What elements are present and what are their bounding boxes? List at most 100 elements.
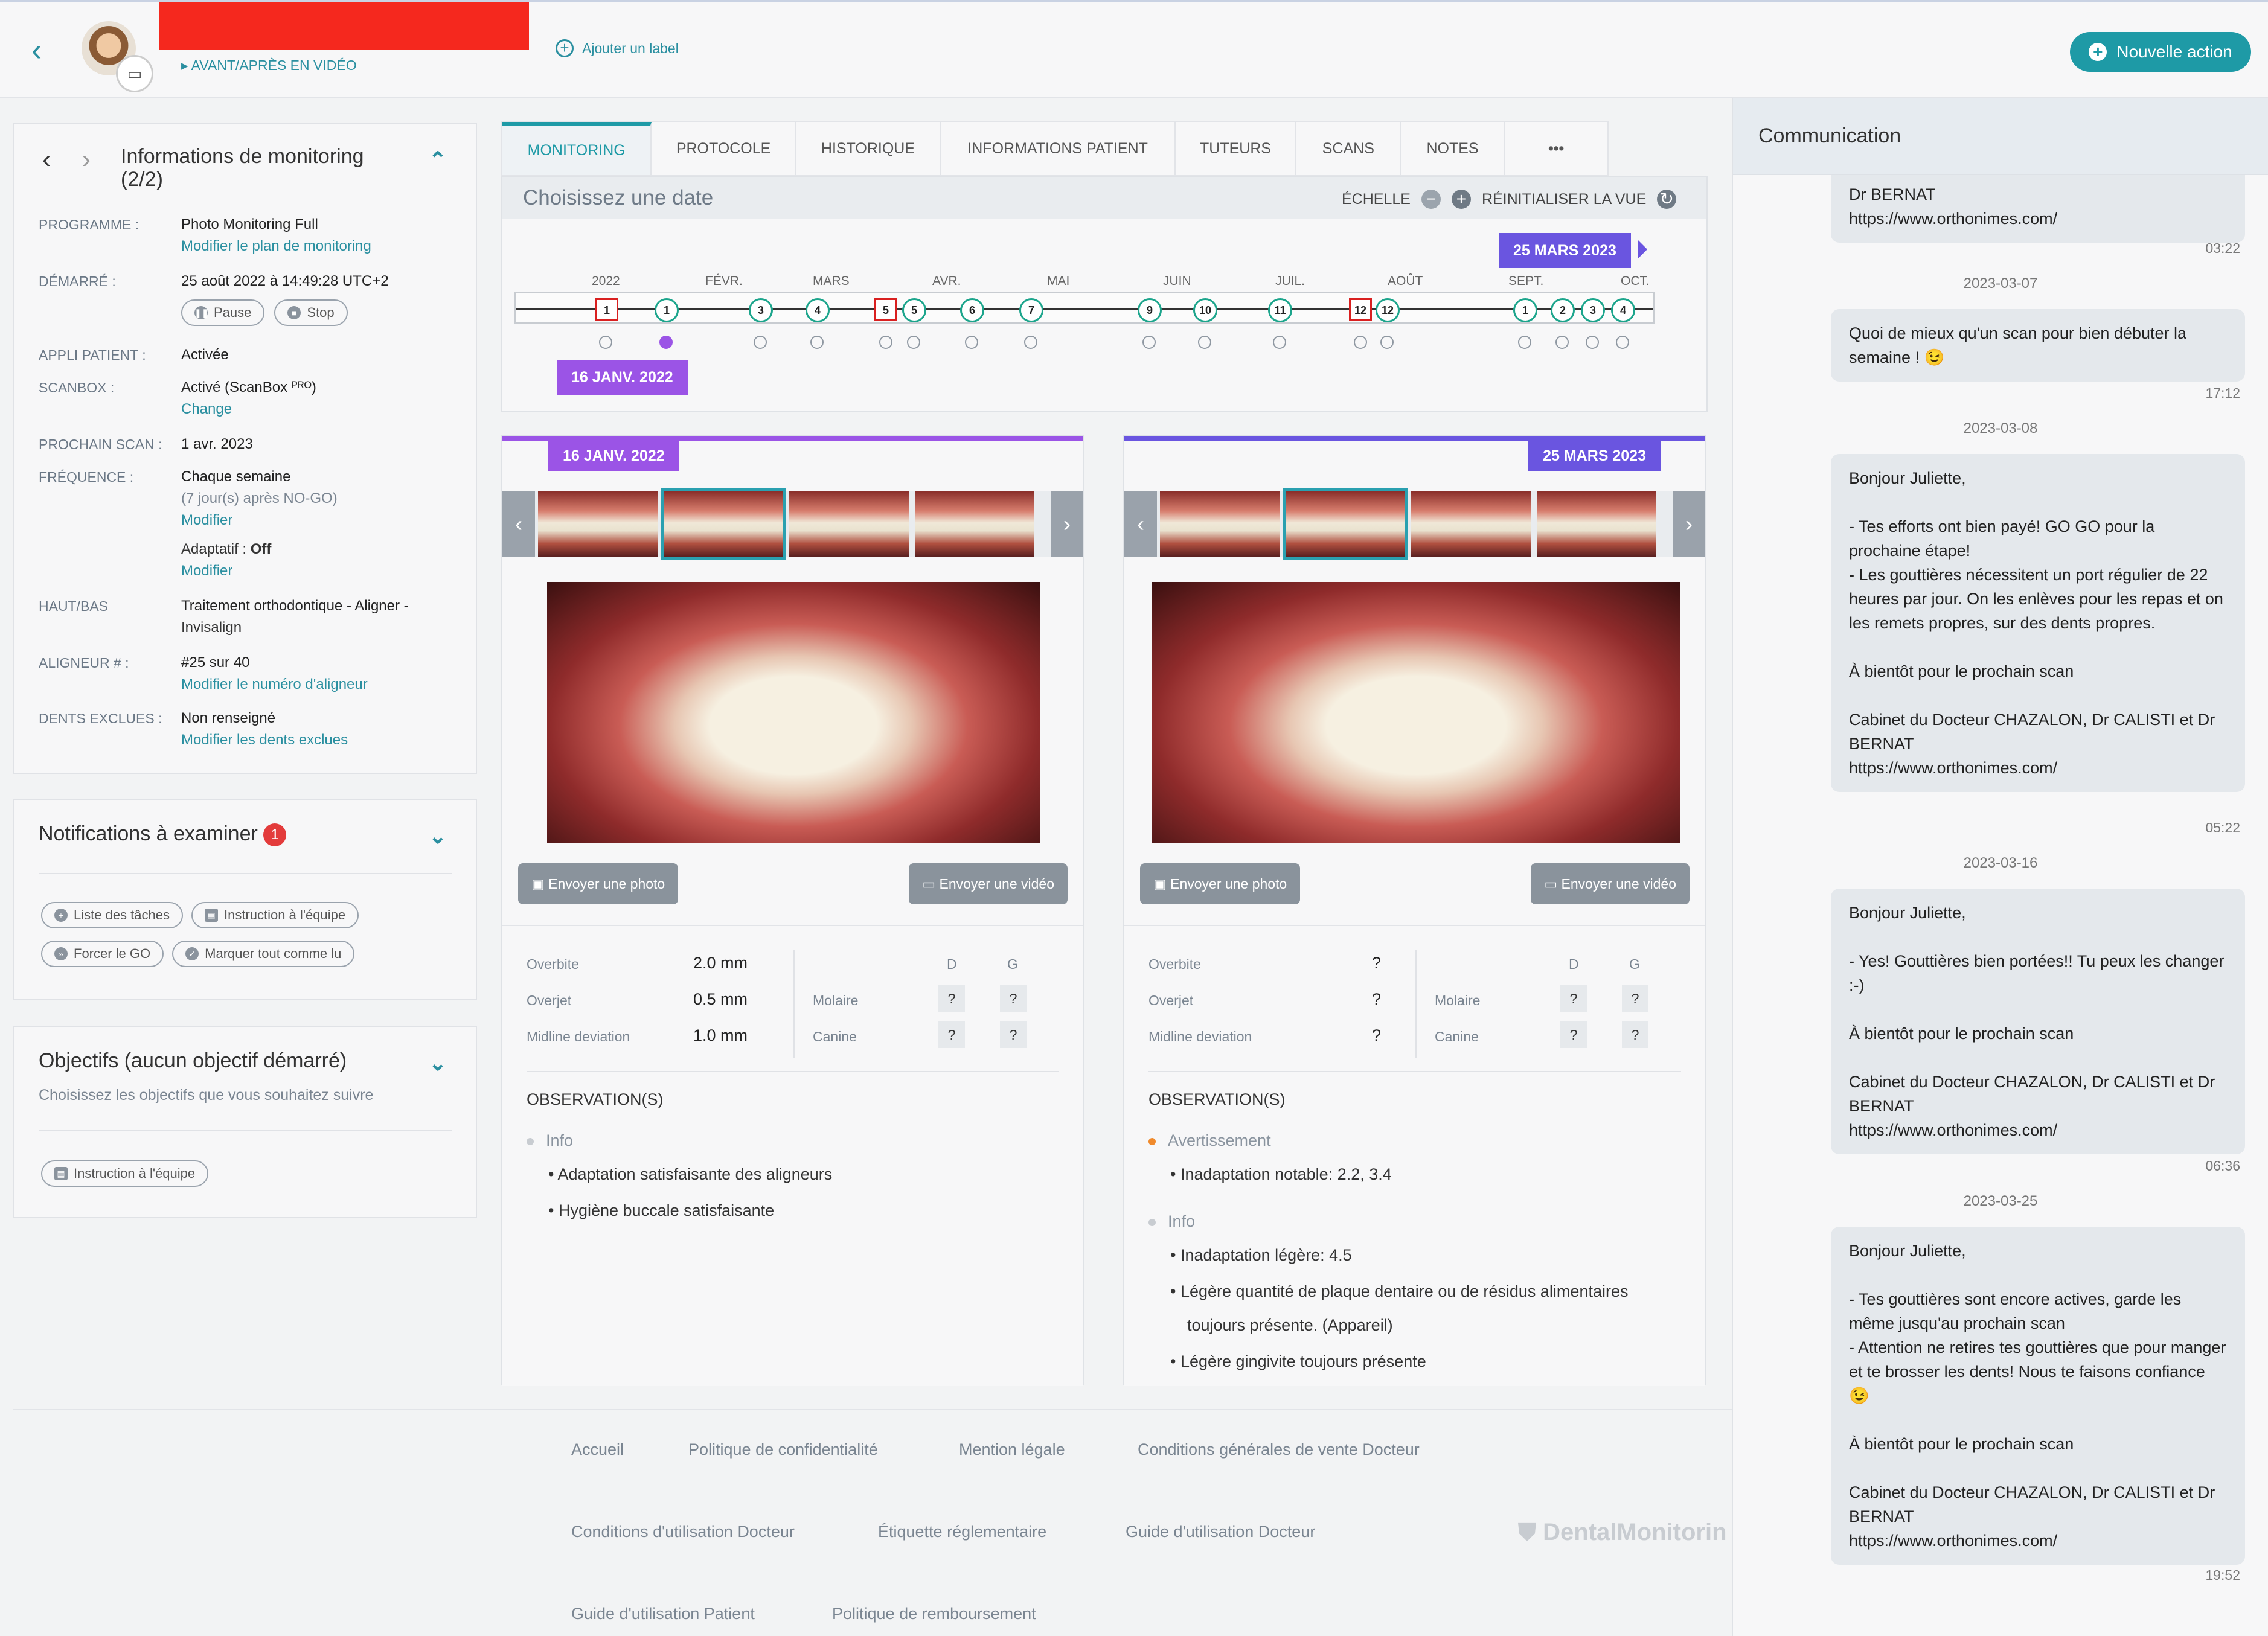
force-go-button[interactable]: » Forcer le GO (41, 941, 164, 967)
collapse-chevron-icon[interactable]: ⌃ (429, 147, 447, 173)
photo-thumbnail-selected[interactable] (661, 488, 786, 560)
photo-thumbnail[interactable] (915, 491, 1034, 557)
thumbs-prev-icon[interactable]: ‹ (1124, 491, 1157, 557)
timeline-dot[interactable] (879, 336, 892, 349)
timeline-node[interactable]: 2 (1551, 298, 1575, 322)
timeline-dot[interactable] (754, 336, 767, 349)
photo-thumbnail[interactable] (1160, 491, 1280, 557)
timeline-dot[interactable] (1273, 336, 1286, 349)
reset-icon[interactable]: ↻ (1657, 190, 1677, 209)
tab-monitoring[interactable]: MONITORING (502, 122, 652, 175)
send-video-button[interactable]: ▭ Envoyer une vidéo (1531, 863, 1690, 904)
modify-aligner-link[interactable]: Modifier le numéro d'aligneur (181, 674, 368, 695)
timeline-dot[interactable] (1380, 336, 1394, 349)
more-tabs-icon[interactable]: ••• (1505, 122, 1607, 175)
next-arrow-icon[interactable]: › (82, 145, 91, 174)
label: PROGRAMME : (39, 217, 139, 232)
timeline-node[interactable]: 4 (1611, 298, 1635, 322)
timeline-dot[interactable] (1555, 336, 1569, 349)
tab-historique[interactable]: HISTORIQUE (796, 122, 941, 175)
footer-link[interactable]: Guide d'utilisation Docteur (1126, 1523, 1315, 1541)
timeline-dot[interactable] (1518, 336, 1531, 349)
right-main-dental-photo[interactable] (1152, 582, 1680, 843)
timeline-dot[interactable] (1616, 336, 1629, 349)
footer-link[interactable]: Conditions générales de vente Docteur (1138, 1440, 1420, 1459)
timeline-node[interactable]: 6 (960, 298, 984, 322)
team-instruction-button[interactable]: ▦ Instruction à l'équipe (191, 902, 359, 928)
timeline-dot[interactable] (1354, 336, 1367, 349)
modify-plan-link[interactable]: Modifier le plan de monitoring (181, 235, 371, 257)
send-video-button[interactable]: ▭ Envoyer une vidéo (909, 863, 1068, 904)
before-after-video-link[interactable]: ▸ AVANT/APRÈS EN VIDÉO (181, 57, 357, 74)
timeline[interactable]: 1 1 3 4 5 5 6 7 9 10 11 12 12 1 2 3 4 (514, 292, 1655, 324)
photo-thumbnail[interactable] (1411, 491, 1531, 557)
footer-link[interactable]: Accueil (571, 1440, 624, 1459)
tab-protocole[interactable]: PROTOCOLE (652, 122, 796, 175)
tab-notes[interactable]: NOTES (1401, 122, 1505, 175)
modify-excluded-teeth-link[interactable]: Modifier les dents exclues (181, 729, 348, 751)
timeline-dot[interactable] (907, 336, 920, 349)
prev-arrow-icon[interactable]: ‹ (42, 145, 51, 174)
team-instruction-label: Instruction à l'équipe (74, 1166, 196, 1181)
task-list-button[interactable]: + Liste des tâches (41, 902, 183, 928)
footer-link[interactable]: Guide d'utilisation Patient (571, 1605, 755, 1623)
photo-thumbnail[interactable] (538, 491, 658, 557)
timeline-dot[interactable] (810, 336, 824, 349)
thumbs-prev-icon[interactable]: ‹ (502, 491, 535, 557)
timeline-node[interactable]: 12 (1349, 298, 1372, 321)
modify-adaptive-link[interactable]: Modifier (181, 560, 232, 582)
timeline-node[interactable]: 7 (1019, 298, 1043, 322)
footer-link[interactable]: Conditions d'utilisation Docteur (571, 1523, 795, 1541)
timeline-node[interactable]: 5 (902, 298, 926, 322)
timeline-node[interactable]: 4 (806, 298, 830, 322)
reset-view-button[interactable]: RÉINITIALISER LA VUE (1482, 191, 1646, 208)
photo-thumbnail[interactable] (789, 491, 909, 557)
change-scanbox-link[interactable]: Change (181, 398, 232, 420)
send-photo-button[interactable]: ▣ Envoyer une photo (518, 863, 679, 904)
back-chevron-icon[interactable]: ‹ (31, 34, 53, 66)
timeline-dot[interactable] (1586, 336, 1599, 349)
zoom-in-icon[interactable]: + (1451, 190, 1471, 209)
timeline-node[interactable]: 3 (1581, 298, 1605, 322)
footer-link[interactable]: Politique de remboursement (832, 1605, 1036, 1623)
timeline-node[interactable]: 10 (1193, 298, 1217, 322)
footer-link[interactable]: Étiquette réglementaire (878, 1523, 1046, 1541)
timeline-dot[interactable] (1142, 336, 1156, 349)
divider (39, 1130, 452, 1131)
tab-tuteurs[interactable]: TUTEURS (1176, 122, 1297, 175)
photo-thumbnail[interactable] (1537, 491, 1656, 557)
photo-thumbnail-selected[interactable] (1283, 488, 1408, 560)
modify-frequency-link[interactable]: Modifier (181, 510, 232, 531)
new-action-button[interactable]: + Nouvelle action (2070, 32, 2251, 72)
left-main-dental-photo[interactable] (547, 582, 1040, 843)
timeline-dot[interactable] (1024, 336, 1037, 349)
timeline-node[interactable]: 1 (595, 298, 618, 321)
timeline-dot[interactable] (1198, 336, 1211, 349)
zoom-out-icon[interactable]: − (1421, 190, 1441, 209)
expand-chevron-icon[interactable]: ⌄ (429, 1050, 447, 1076)
timeline-node[interactable]: 1 (1513, 298, 1537, 322)
timeline-node[interactable]: 1 (655, 298, 679, 322)
timeline-node[interactable]: 12 (1376, 298, 1400, 322)
add-label-button[interactable]: + Ajouter un label (556, 39, 679, 57)
timeline-node[interactable]: 5 (874, 298, 897, 321)
thumbs-next-icon[interactable]: › (1673, 491, 1705, 557)
footer-link[interactable]: Mention légale (959, 1440, 1065, 1459)
timeline-forward-arrow-icon[interactable] (1638, 240, 1647, 259)
tab-informations-patient[interactable]: INFORMATIONS PATIENT (941, 122, 1176, 175)
send-photo-button[interactable]: ▣ Envoyer une photo (1140, 863, 1301, 904)
timeline-node[interactable]: 11 (1268, 298, 1292, 322)
thumbs-next-icon[interactable]: › (1051, 491, 1083, 557)
timeline-dot[interactable] (965, 336, 978, 349)
team-instruction-button[interactable]: ▦ Instruction à l'équipe (41, 1160, 209, 1187)
timeline-dot[interactable] (599, 336, 612, 349)
stop-button[interactable]: ■ Stop (274, 299, 348, 326)
expand-chevron-icon[interactable]: ⌄ (429, 823, 447, 849)
timeline-node[interactable]: 9 (1138, 298, 1162, 322)
footer-link[interactable]: Politique de confidentialité (688, 1440, 878, 1459)
mark-all-read-button[interactable]: ✓ Marquer tout comme lu (172, 941, 355, 967)
pause-button[interactable]: ❚❚ Pause (181, 299, 265, 326)
tab-scans[interactable]: SCANS (1296, 122, 1401, 175)
timeline-dot-selected[interactable] (659, 336, 673, 349)
timeline-node[interactable]: 3 (749, 298, 773, 322)
